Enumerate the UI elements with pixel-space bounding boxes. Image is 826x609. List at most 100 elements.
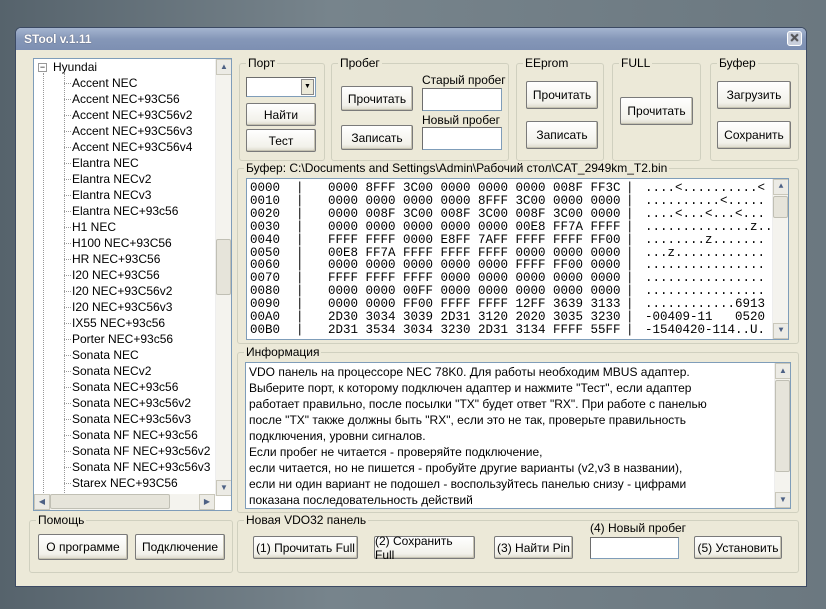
tree-connector	[64, 211, 71, 212]
collapse-icon[interactable]: −	[38, 63, 47, 72]
scroll-thumb[interactable]	[775, 380, 790, 472]
hex-view[interactable]: ▲ ▼ 0000 | 0000 8FFF 3C00 0000 0000 0000 0…	[246, 178, 789, 340]
tree-root-hyundai[interactable]: Hyundai	[53, 59, 97, 75]
scroll-up-icon[interactable]: ▲	[216, 59, 231, 75]
close-icon[interactable]: ✕	[787, 31, 802, 46]
scroll-left-icon[interactable]: ◀	[34, 494, 50, 510]
buffer-caption: Буфер	[717, 56, 758, 70]
new-mileage-label: Новый пробег	[422, 113, 501, 127]
tree-item[interactable]: Sonata NEC+93c56	[72, 379, 178, 395]
tree-horizontal-scrollbar[interactable]: ◀ ▶	[34, 494, 215, 510]
tree-item[interactable]: H1 NEC	[72, 219, 116, 235]
test-button[interactable]: Тест	[246, 129, 316, 152]
port-select[interactable]: ▼	[246, 77, 316, 97]
info-line: после "TX" также должны быть "RX", если …	[249, 413, 687, 427]
separator: |	[626, 232, 634, 247]
tree-connector	[64, 467, 71, 468]
tree-line	[43, 73, 44, 510]
tree-item[interactable]: Sonata NEC+93c56v3	[72, 411, 191, 427]
find-pin-button[interactable]: (3) Найти Pin	[494, 536, 573, 559]
mileage-read-button[interactable]: Прочитать	[341, 86, 413, 111]
tree-item[interactable]: Sonata NEC	[72, 347, 139, 363]
tree-item[interactable]: HR NEC+93C56	[72, 251, 160, 267]
tree-item[interactable]: I20 NEC+93C56	[72, 267, 160, 283]
chevron-down-icon[interactable]: ▼	[301, 79, 314, 95]
hex-scrollbar[interactable]: ▲ ▼	[772, 179, 788, 339]
info-scrollbar[interactable]: ▲ ▼	[774, 363, 790, 508]
tree-item[interactable]: Accent NEC+93C56	[72, 91, 180, 107]
hex-bytes: 0000 0000 0000 0000 0000 00E8 FF7A FFFF	[328, 219, 621, 234]
info-line: показана последовательность действий	[249, 493, 473, 507]
model-tree[interactable]: − Starex NEC+93C56v2Starex NEC+93C56Sona…	[33, 58, 232, 511]
scroll-up-icon[interactable]: ▲	[775, 363, 790, 379]
eeprom-read-button[interactable]: Прочитать	[526, 81, 598, 109]
hex-bytes: 0000 0000 0000 0000 8FFF 3C00 0000 0000	[328, 193, 621, 208]
scroll-right-icon[interactable]: ▶	[199, 494, 215, 510]
scroll-thumb[interactable]	[50, 494, 170, 509]
tree-item[interactable]: Accent NEC+93C56v3	[72, 123, 192, 139]
scroll-down-icon[interactable]: ▼	[773, 323, 788, 339]
buffer-save-button[interactable]: Сохранить	[717, 121, 791, 149]
scroll-down-icon[interactable]: ▼	[216, 480, 231, 496]
find-button[interactable]: Найти	[246, 103, 316, 126]
tree-vertical-scrollbar[interactable]: ▲ ▼	[215, 59, 231, 496]
tree-item[interactable]: IX55 NEC+93c56	[72, 315, 165, 331]
tree-connector	[64, 419, 71, 420]
tree-item[interactable]: H100 NEC+93C56	[72, 235, 172, 251]
separator: |	[626, 193, 634, 208]
about-button[interactable]: О программе	[38, 534, 128, 560]
tree-connector	[64, 291, 71, 292]
tree-connector	[64, 83, 71, 84]
old-mileage-input[interactable]	[422, 88, 502, 111]
tree-item[interactable]: Porter NEC+93c56	[72, 331, 173, 347]
hex-bytes: 0000 008F 3C00 008F 3C00 008F 3C00 0000	[328, 206, 621, 221]
tree-item[interactable]: Accent NEC+93C56v2	[72, 107, 192, 123]
scroll-thumb[interactable]	[216, 239, 231, 295]
read-full-button[interactable]: (1) Прочитать Full	[253, 536, 358, 559]
connection-button[interactable]: Подключение	[135, 534, 225, 560]
save-full-button[interactable]: (2) Сохранить Full	[374, 534, 475, 562]
hex-address: 0030	[250, 219, 281, 234]
tree-item[interactable]: Elantra NEC	[72, 155, 139, 171]
full-caption: FULL	[619, 56, 653, 70]
vdo32-new-mileage-input[interactable]	[590, 537, 679, 559]
vdo32-new-mileage-label: (4) Новый пробег	[590, 521, 687, 535]
buffer-load-button[interactable]: Загрузить	[717, 81, 791, 109]
tree-item[interactable]: Sonata NF NEC+93c56v2	[72, 443, 210, 459]
tree-item[interactable]: Sonata NECv2	[72, 363, 151, 379]
scroll-thumb[interactable]	[773, 196, 788, 218]
hex-address: 0020	[250, 206, 281, 221]
stool-window: STool v.1.11 ✕ − Starex NEC+93C56v2Stare…	[15, 27, 807, 587]
tree-item[interactable]: Sonata NF NEC+93c56	[72, 427, 198, 443]
scroll-down-icon[interactable]: ▼	[775, 492, 790, 508]
tree-item[interactable]: Accent NEC	[72, 75, 137, 91]
tree-connector	[64, 403, 71, 404]
port-caption: Порт	[246, 56, 278, 70]
info-line: Выберите порт, к которому подключен адап…	[249, 381, 692, 395]
tree-item[interactable]: I20 NEC+93C56v2	[72, 283, 172, 299]
tree-connector	[64, 259, 71, 260]
tree-item[interactable]: Elantra NECv3	[72, 187, 151, 203]
separator: |	[626, 206, 634, 221]
new-mileage-input[interactable]	[422, 127, 502, 150]
tree-connector	[64, 131, 71, 132]
eeprom-write-button[interactable]: Записать	[526, 121, 598, 149]
scroll-up-icon[interactable]: ▲	[773, 179, 788, 195]
tree-connector	[64, 275, 71, 276]
tree-item[interactable]: Starex NEC+93C56	[72, 475, 178, 491]
tree-item[interactable]: Sonata NEC+93c56v2	[72, 395, 191, 411]
tree-item[interactable]: Sonata NF NEC+93c56v3	[72, 459, 210, 475]
separator: |	[296, 232, 304, 247]
tree-item[interactable]: I20 NEC+93C56v3	[72, 299, 172, 315]
info-line: подключения, уровни сигналов.	[249, 429, 426, 443]
hex-address: 0040	[250, 232, 281, 247]
info-text[interactable]: ▲ ▼ VDO панель на процессоре NEC 78K0. Д…	[245, 362, 791, 509]
mileage-caption: Пробег	[338, 56, 382, 70]
mileage-write-button[interactable]: Записать	[341, 125, 413, 150]
tree-item[interactable]: Accent NEC+93C56v4	[72, 139, 192, 155]
buffer-file-path: Буфер: C:\Documents and Settings\Admin\Р…	[244, 161, 670, 175]
full-read-button[interactable]: Прочитать	[620, 97, 693, 125]
tree-item[interactable]: Elantra NEC+93c56	[72, 203, 178, 219]
tree-item[interactable]: Elantra NECv2	[72, 171, 151, 187]
set-button[interactable]: (5) Установить	[694, 536, 782, 559]
